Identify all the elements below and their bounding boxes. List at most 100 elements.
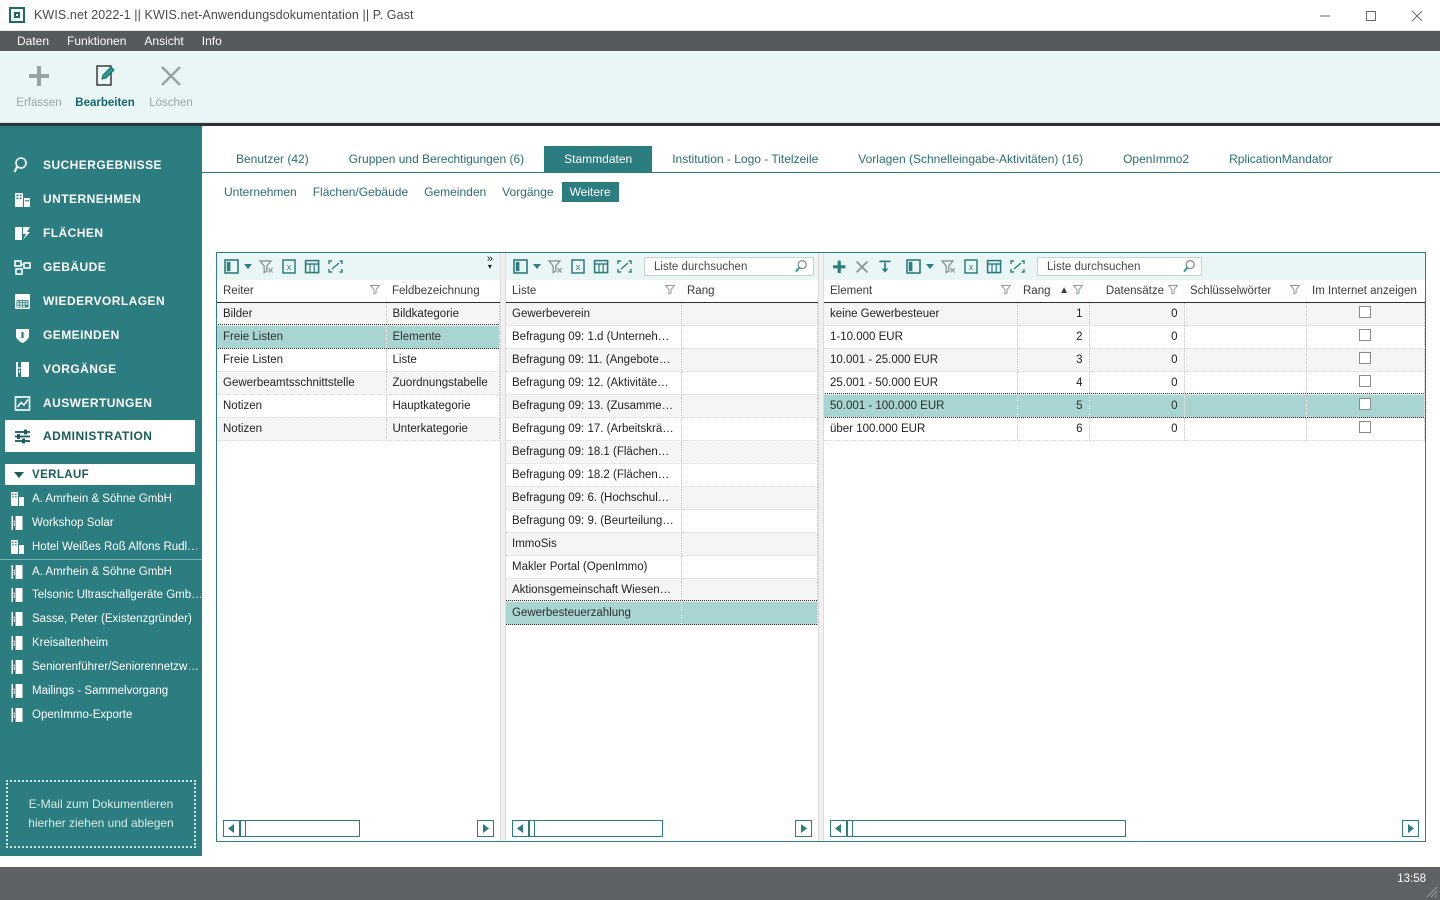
list-item[interactable]: Telsonic Ultraschallgeräte Gmb… bbox=[0, 583, 202, 607]
menu-item-ansicht[interactable]: Ansicht bbox=[135, 31, 192, 51]
column-header-feldbezeichnung[interactable]: Feldbezeichnung bbox=[386, 280, 500, 303]
checkbox[interactable] bbox=[1359, 421, 1372, 433]
sidebar-item-vorgaenge[interactable]: VORGÄNGE bbox=[0, 352, 202, 386]
subtab-flaechen-gebaeude[interactable]: Flächen/Gebäude bbox=[305, 182, 416, 202]
grid-icon[interactable] bbox=[985, 258, 1003, 276]
table-row[interactable]: Befragung 09: 18.2 (Flächenb… bbox=[506, 463, 818, 487]
menu-item-info[interactable]: Info bbox=[193, 31, 231, 51]
table-row[interactable]: 1-10.000 EUR 2 0 bbox=[824, 325, 1425, 349]
grid-icon[interactable] bbox=[303, 258, 321, 276]
table-row[interactable]: Befragung 09: 9. (Beurteilung… bbox=[506, 509, 818, 533]
table-row[interactable]: Befragung 09: 12. (Aktivitäten… bbox=[506, 371, 818, 395]
history-header[interactable]: VERLAUF bbox=[5, 464, 195, 485]
resize-grip[interactable] bbox=[1424, 884, 1438, 898]
filter-icon[interactable] bbox=[369, 284, 381, 297]
plus-icon[interactable] bbox=[830, 258, 848, 276]
panel2-grid[interactable]: Liste Rang Gewerbeverein Befragung 09: 1… bbox=[506, 280, 818, 815]
cell-internet-checkbox[interactable] bbox=[1306, 325, 1425, 349]
table-row[interactable]: Freie Listen Elemente bbox=[217, 324, 500, 349]
sidebar-item-administration[interactable]: ADMINISTRATION bbox=[5, 420, 195, 452]
table-row[interactable]: Befragung 09: 6. (Hochschulk… bbox=[506, 486, 818, 510]
scroll-left-button[interactable] bbox=[223, 819, 240, 837]
tab-benutzer[interactable]: Benutzer (42) bbox=[216, 146, 329, 172]
scroll-thumb[interactable] bbox=[241, 820, 246, 836]
erfassen-button[interactable]: Erfassen bbox=[6, 51, 72, 109]
list-item[interactable]: A. Amrhein & Söhne GmbH bbox=[0, 487, 202, 511]
table-row[interactable]: über 100.000 EUR 6 0 bbox=[824, 417, 1425, 441]
table-row[interactable]: Gewerbeamtsschnittstelle Zuordnungstabell… bbox=[217, 371, 500, 395]
table-row[interactable]: Befragung 09: 17. (Arbeitskräft… bbox=[506, 417, 818, 441]
menu-item-daten[interactable]: Daten bbox=[8, 31, 58, 51]
scroll-left-button[interactable] bbox=[512, 819, 529, 837]
table-row[interactable]: Makler Portal (OpenImmo) bbox=[506, 555, 818, 579]
sidebar-item-wiedervorlagen[interactable]: WIEDERVORLAGEN bbox=[0, 284, 202, 318]
list-item[interactable]: OpenImmo-Exporte bbox=[0, 703, 202, 727]
clear-filter-icon[interactable] bbox=[546, 258, 564, 276]
scroll-track[interactable] bbox=[847, 819, 1126, 837]
table-row[interactable]: Aktionsgemeinschaft Wieseng… bbox=[506, 578, 818, 602]
table-row[interactable]: Notizen Hauptkategorie bbox=[217, 394, 500, 418]
column-header-schluesselwoerter[interactable]: Schlüsselwörter bbox=[1184, 280, 1306, 303]
chevron-more-icon[interactable]: » ▾ bbox=[487, 254, 493, 271]
table-row[interactable]: Befragung 09: 13. (Zusammen… bbox=[506, 394, 818, 418]
checkbox[interactable] bbox=[1359, 398, 1372, 410]
column-header-reiter[interactable]: Reiter bbox=[217, 280, 386, 303]
sidebar-item-flaechen[interactable]: FLÄCHEN bbox=[0, 216, 202, 250]
column-header-rang[interactable]: Rang ▲ bbox=[1017, 280, 1089, 303]
column-header-liste[interactable]: Liste bbox=[506, 280, 681, 303]
menu-item-funktionen[interactable]: Funktionen bbox=[58, 31, 135, 51]
grid-icon[interactable] bbox=[592, 258, 610, 276]
list-item[interactable]: Kreisaltenheim bbox=[0, 631, 202, 655]
filter-icon[interactable] bbox=[1000, 284, 1012, 297]
panel3-hscrollbar[interactable] bbox=[824, 815, 1425, 841]
checkbox[interactable] bbox=[1359, 375, 1372, 387]
column-header-datensaetze[interactable]: Datensätze bbox=[1089, 280, 1184, 303]
table-row[interactable]: Notizen Unterkategorie bbox=[217, 417, 500, 441]
export-excel-icon[interactable]: x bbox=[962, 258, 980, 276]
subtab-gemeinden[interactable]: Gemeinden bbox=[416, 182, 494, 202]
scroll-right-button[interactable] bbox=[477, 819, 494, 837]
sidebar-item-suchergebnisse[interactable]: SUCHERGEBNISSE bbox=[0, 148, 202, 182]
scroll-right-button[interactable] bbox=[795, 819, 812, 837]
maximize-button[interactable] bbox=[1348, 0, 1394, 31]
list-item[interactable]: Sasse, Peter (Existenzgründer) bbox=[0, 607, 202, 631]
cell-internet-checkbox[interactable] bbox=[1306, 394, 1425, 418]
filter-icon[interactable] bbox=[1072, 284, 1084, 297]
table-row[interactable]: ImmoSis bbox=[506, 532, 818, 556]
search-input[interactable] bbox=[1045, 259, 1178, 274]
filter-icon[interactable] bbox=[1167, 284, 1179, 297]
panel2-hscrollbar[interactable] bbox=[506, 815, 818, 841]
clear-filter-icon[interactable] bbox=[257, 258, 275, 276]
list-item[interactable]: Mailings - Sammelvorgang bbox=[0, 679, 202, 703]
search-input[interactable] bbox=[652, 259, 790, 274]
scroll-track[interactable] bbox=[529, 819, 663, 837]
chevron-down-icon[interactable] bbox=[926, 264, 934, 269]
panel3-search[interactable] bbox=[1037, 257, 1202, 276]
sort-ascending-icon[interactable]: ▲ bbox=[1059, 285, 1069, 296]
subtab-vorgaenge[interactable]: Vorgänge bbox=[494, 182, 561, 202]
list-item[interactable]: Seniorenführer/Seniorennetzw… bbox=[0, 655, 202, 679]
email-dropzone[interactable]: E-Mail zum Dokumentieren hierher ziehen … bbox=[6, 780, 196, 848]
sidebar-item-unternehmen[interactable]: UNTERNEHMEN bbox=[0, 182, 202, 216]
search-icon[interactable] bbox=[1182, 259, 1197, 274]
search-icon[interactable] bbox=[794, 259, 809, 274]
subtab-unternehmen[interactable]: Unternehmen bbox=[216, 182, 305, 202]
expand-icon[interactable] bbox=[1008, 258, 1026, 276]
panel2-search[interactable] bbox=[644, 257, 814, 276]
scroll-left-button[interactable] bbox=[830, 819, 847, 837]
cell-internet-checkbox[interactable] bbox=[1306, 348, 1425, 372]
sidebar-item-gemeinden[interactable]: GEMEINDEN bbox=[0, 318, 202, 352]
tab-gruppen[interactable]: Gruppen und Berechtigungen (6) bbox=[329, 146, 544, 172]
loeschen-button[interactable]: Löschen bbox=[138, 51, 204, 109]
close-button[interactable] bbox=[1394, 0, 1440, 31]
column-header-im-internet-anzeigen[interactable]: Im Internet anzeigen bbox=[1306, 280, 1425, 303]
cell-internet-checkbox[interactable] bbox=[1306, 371, 1425, 395]
columns-icon[interactable] bbox=[905, 258, 923, 276]
checkbox[interactable] bbox=[1359, 329, 1372, 341]
panel1-grid[interactable]: Reiter Feldbezeichnung Bilder Bildkategor… bbox=[217, 280, 500, 815]
table-row[interactable]: keine Gewerbesteuer 1 0 bbox=[824, 302, 1425, 326]
checkbox[interactable] bbox=[1359, 352, 1372, 364]
export-excel-icon[interactable]: x bbox=[569, 258, 587, 276]
scroll-thumb[interactable] bbox=[848, 820, 853, 836]
list-item[interactable]: Workshop Solar bbox=[0, 511, 202, 535]
